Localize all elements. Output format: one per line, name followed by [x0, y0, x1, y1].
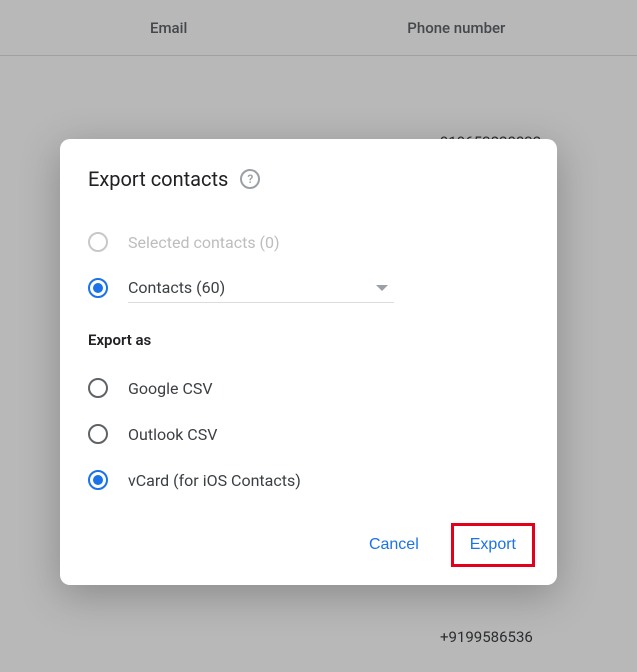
radio-icon: [88, 424, 108, 444]
radio-label: Selected contacts (0): [128, 233, 280, 252]
radio-icon: [88, 232, 108, 252]
contacts-dropdown[interactable]: Contacts (60): [128, 273, 394, 303]
help-icon[interactable]: ?: [240, 169, 260, 189]
dialog-actions: Cancel Export: [353, 523, 535, 567]
export-button[interactable]: Export: [454, 526, 532, 564]
source-radio-group: Selected contacts (0) Contacts (60): [88, 221, 549, 309]
radio-icon: [88, 278, 108, 298]
radio-selected-contacts: Selected contacts (0): [88, 221, 549, 263]
dialog-header: Export contacts ?: [88, 167, 549, 191]
dropdown-value: Contacts (60): [128, 278, 225, 297]
radio-icon: [88, 378, 108, 398]
radio-label: Google CSV: [128, 379, 213, 398]
chevron-down-icon: [376, 285, 388, 291]
export-as-label: Export as: [88, 331, 549, 349]
radio-icon: [88, 470, 108, 490]
radio-outlook-csv[interactable]: Outlook CSV: [88, 413, 549, 455]
format-radio-group: Google CSV Outlook CSV vCard (for iOS Co…: [88, 367, 549, 501]
export-highlight: Export: [451, 523, 535, 567]
cancel-button[interactable]: Cancel: [353, 526, 435, 564]
radio-label: vCard (for iOS Contacts): [128, 471, 301, 490]
dialog-title: Export contacts: [88, 167, 228, 191]
radio-google-csv[interactable]: Google CSV: [88, 367, 549, 409]
radio-label: Outlook CSV: [128, 425, 217, 444]
radio-contacts[interactable]: Contacts (60): [88, 267, 549, 309]
radio-vcard[interactable]: vCard (for iOS Contacts): [88, 459, 549, 501]
export-contacts-dialog: Export contacts ? Selected contacts (0) …: [60, 139, 557, 585]
